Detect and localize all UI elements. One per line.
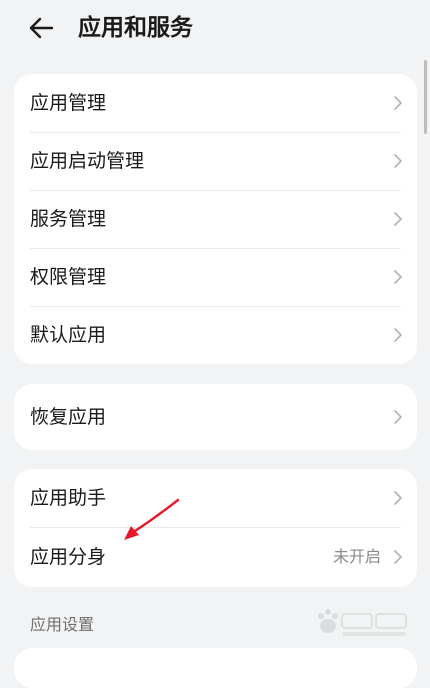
back-button[interactable] <box>24 10 60 46</box>
chevron-right-icon <box>393 95 403 111</box>
row-label: 恢复应用 <box>30 406 107 428</box>
header-bar: 应用和服务 <box>0 0 430 56</box>
row-app-launch-management[interactable]: 应用启动管理 <box>14 132 417 190</box>
row-app-twin[interactable]: 应用分身 未开启 <box>14 527 417 587</box>
row-label: 服务管理 <box>30 208 107 230</box>
card-app-assistant: 应用助手 应用分身 未开启 <box>14 469 417 587</box>
status-value: 未开启 <box>332 547 381 566</box>
chevron-right-icon <box>393 269 403 285</box>
row-app-management[interactable]: 应用管理 <box>14 74 417 132</box>
row-restore-apps[interactable]: 恢复应用 <box>14 384 417 450</box>
chevron-right-icon <box>393 153 403 169</box>
row-label: 默认应用 <box>30 324 107 346</box>
page-title: 应用和服务 <box>78 15 193 41</box>
arrow-left-icon <box>29 17 54 39</box>
row-label: 应用分身 <box>30 546 107 568</box>
row-label: 应用启动管理 <box>30 150 145 172</box>
scrollbar[interactable] <box>424 60 427 134</box>
chevron-right-icon <box>393 409 403 425</box>
card-app-management: 应用管理 应用启动管理 服务管理 权限管理 默认应用 <box>14 74 417 364</box>
row-default-apps[interactable]: 默认应用 <box>14 306 417 364</box>
row-service-management[interactable]: 服务管理 <box>14 190 417 248</box>
card-restore-apps: 恢复应用 <box>14 384 417 450</box>
chevron-right-icon <box>393 211 403 227</box>
card-app-settings <box>14 648 417 688</box>
watermark-logo <box>312 606 412 642</box>
row-permission-management[interactable]: 权限管理 <box>14 248 417 306</box>
chevron-right-icon <box>393 327 403 343</box>
row-label: 应用管理 <box>30 92 107 114</box>
chevron-right-icon <box>393 490 403 506</box>
row-label: 应用助手 <box>30 487 107 509</box>
row-label: 权限管理 <box>30 266 107 288</box>
section-header-app-settings: 应用设置 <box>30 615 95 634</box>
row-app-assistant[interactable]: 应用助手 <box>14 469 417 527</box>
chevron-right-icon <box>393 549 403 565</box>
